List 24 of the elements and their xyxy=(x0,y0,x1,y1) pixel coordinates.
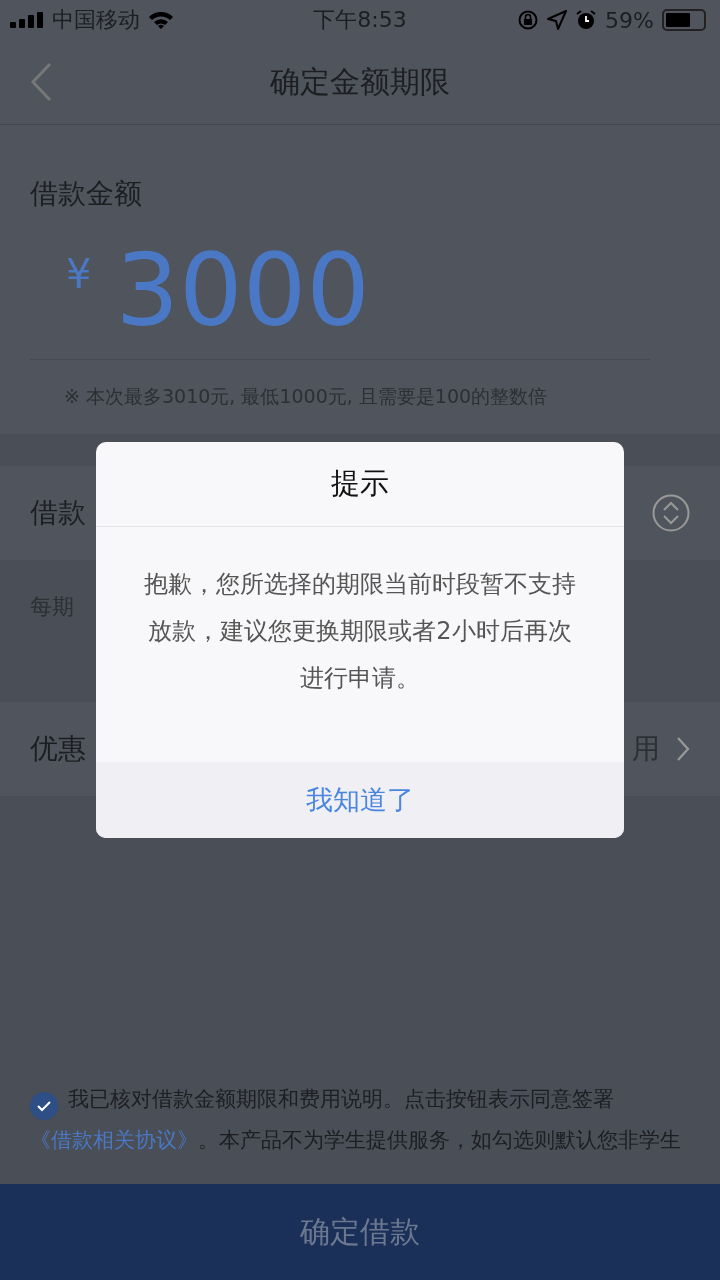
alarm-icon xyxy=(575,9,598,31)
battery-icon xyxy=(662,9,710,31)
confirm-loan-button[interactable]: 确定借款 xyxy=(0,1184,720,1280)
row-label: 借款 xyxy=(30,495,86,531)
page-title: 确定金额期限 xyxy=(270,62,450,101)
chevron-right-icon xyxy=(676,736,690,762)
rotation-lock-icon xyxy=(517,9,540,31)
battery-percent: 59% xyxy=(605,7,654,33)
amount-input[interactable]: 3000 xyxy=(115,241,370,341)
wifi-icon xyxy=(148,11,174,29)
location-icon xyxy=(547,10,568,30)
amount-label: 借款金额 xyxy=(30,176,143,212)
dialog-message: 抱歉，您所选择的期限当前时段暂不支持放款，建议您更换期限或者2小时后再次进行申请。 xyxy=(143,569,577,694)
up-down-icon xyxy=(652,494,690,532)
dialog-ok-button[interactable]: 我知道了 xyxy=(96,762,624,838)
row-label: 优惠 xyxy=(30,731,86,767)
dialog-title: 提示 xyxy=(96,442,624,527)
signal-icon xyxy=(10,12,44,28)
agreement-checkbox[interactable] xyxy=(30,1092,58,1120)
carrier-name: 中国移动 xyxy=(52,6,140,34)
check-icon xyxy=(36,1100,52,1112)
agreement-link[interactable]: 《借款相关协议》 xyxy=(30,1128,198,1152)
status-time: 下午8:53 xyxy=(313,6,407,34)
currency-sign: ¥ xyxy=(66,251,92,297)
